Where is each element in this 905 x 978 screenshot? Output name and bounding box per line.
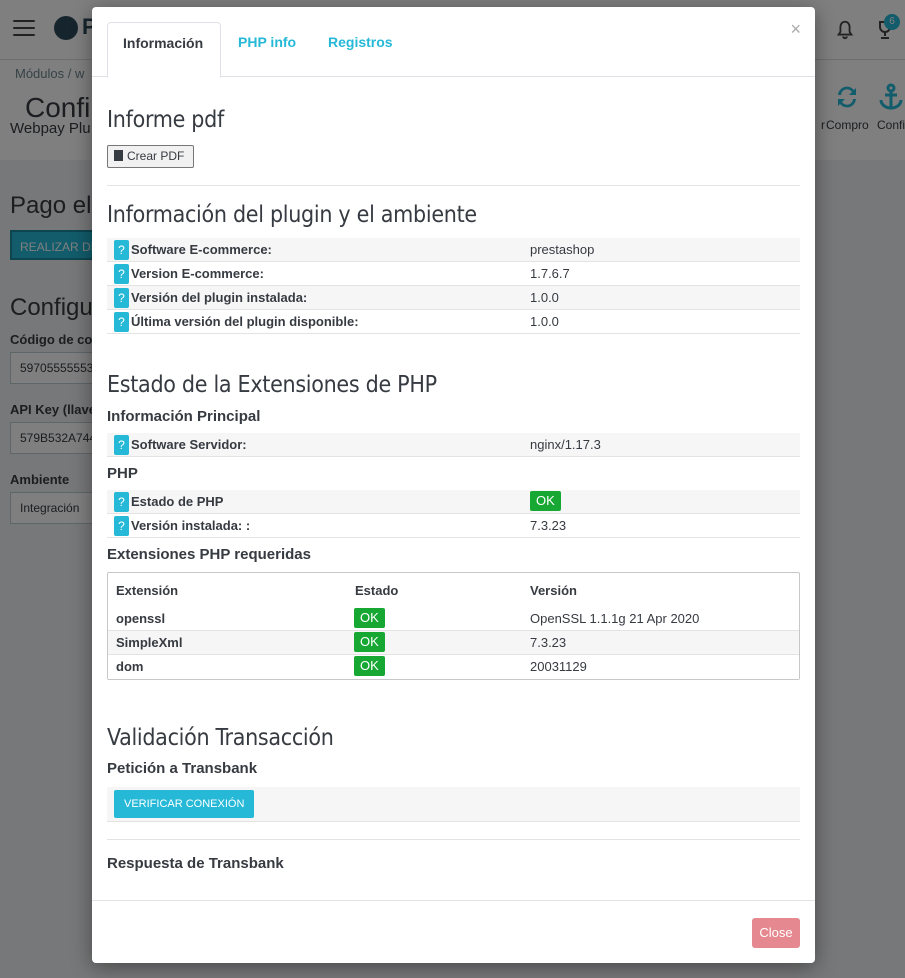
extension-status: OK [354, 608, 385, 628]
column-header: Estado [355, 583, 399, 598]
table-row: ? Versión instalada: : 7.3.23 [107, 514, 800, 538]
table-row: ? Version E-commerce: 1.7.6.7 [107, 262, 800, 286]
table-row: dom OK 20031129 [108, 655, 799, 679]
table-row: ? Software Servidor: nginx/1.17.3 [107, 433, 800, 457]
table-row: SimpleXml OK 7.3.23 [108, 631, 799, 655]
row-value: OK [530, 491, 561, 511]
php-section-title: Estado de la Extensiones de PHP [107, 372, 437, 398]
row-value: 1.0.0 [530, 290, 559, 305]
row-key: Software E-commerce: [131, 242, 272, 257]
extension-status: OK [354, 632, 385, 652]
table-header: Extensión Estado Versión [108, 573, 799, 605]
modal-tabs: Información PHP info Registros × [92, 7, 815, 78]
status-badge: OK [354, 656, 385, 676]
request-title: Petición a Transbank [107, 760, 258, 777]
row-key: Versión del plugin instalada: [131, 290, 308, 305]
plugin-section-title: Información del plugin y el ambiente [107, 202, 477, 228]
extension-status: OK [354, 656, 385, 676]
table-row: ? Versión del plugin instalada: 1.0.0 [107, 286, 800, 310]
table-row: openssl OK OpenSSL 1.1.1g 21 Apr 2020 [108, 607, 799, 631]
table-row: ? Software E-commerce: prestashop [107, 238, 800, 262]
table-row: ? Última versión del plugin disponible: … [107, 310, 800, 334]
row-key: Software Servidor: [131, 437, 247, 452]
extension-version: OpenSSL 1.1.1g 21 Apr 2020 [530, 611, 700, 626]
php-title: PHP [107, 465, 138, 482]
row-value: 1.0.0 [530, 314, 559, 329]
row-value: nginx/1.17.3 [530, 437, 601, 452]
row-key: Versión instalada: : [131, 518, 251, 533]
help-icon[interactable]: ? [114, 435, 129, 455]
row-key: Version E-commerce: [131, 266, 264, 281]
extension-name: SimpleXml [116, 635, 183, 650]
extension-version: 7.3.23 [530, 635, 567, 650]
row-key: Estado de PHP [131, 494, 224, 509]
extension-version: 20031129 [530, 659, 587, 674]
divider [107, 839, 800, 840]
tab-registros[interactable]: Registros [313, 22, 408, 78]
help-icon[interactable]: ? [114, 516, 129, 536]
row-value: 1.7.6.7 [530, 266, 570, 281]
extension-name: openssl [116, 611, 166, 626]
row-key: Última versión del plugin disponible: [131, 314, 359, 329]
tab-informacion[interactable]: Información [107, 22, 221, 78]
validation-section-title: Validación Transacción [107, 725, 334, 751]
status-badge: OK [530, 491, 561, 511]
column-header: Extensión [116, 583, 179, 598]
divider [107, 185, 800, 186]
row-value: prestashop [530, 242, 595, 257]
column-header: Versión [530, 583, 577, 598]
extensions-table: Extensión Estado Versión openssl OK Open… [107, 572, 800, 680]
create-pdf-label: Crear PDF [127, 149, 185, 163]
help-icon[interactable]: ? [114, 492, 129, 512]
help-icon[interactable]: ? [114, 288, 129, 308]
verify-row: VERIFICAR CONEXIÓN [107, 787, 800, 822]
close-icon[interactable]: × [790, 19, 801, 40]
create-pdf-button[interactable]: Crear PDF [107, 145, 194, 168]
table-row: ? Estado de PHP OK [107, 490, 800, 514]
main-info-title: Información Principal [107, 408, 261, 425]
help-icon[interactable]: ? [114, 264, 129, 284]
file-icon [114, 150, 123, 161]
close-button[interactable]: Close [752, 918, 800, 948]
help-icon[interactable]: ? [114, 312, 129, 332]
extensions-title: Extensiones PHP requeridas [107, 546, 311, 563]
tab-php-info[interactable]: PHP info [223, 22, 311, 78]
extension-name: dom [116, 659, 144, 674]
response-title: Respuesta de Transbank [107, 855, 284, 872]
help-icon[interactable]: ? [114, 240, 129, 260]
pdf-section-title: Informe pdf [107, 107, 224, 133]
modal-footer: Close [92, 900, 815, 963]
diagnostics-modal: Información PHP info Registros × Informe… [92, 7, 815, 963]
row-value: 7.3.23 [530, 518, 567, 533]
status-badge: OK [354, 632, 385, 652]
verify-connection-button[interactable]: VERIFICAR CONEXIÓN [114, 790, 255, 818]
status-badge: OK [354, 608, 385, 628]
